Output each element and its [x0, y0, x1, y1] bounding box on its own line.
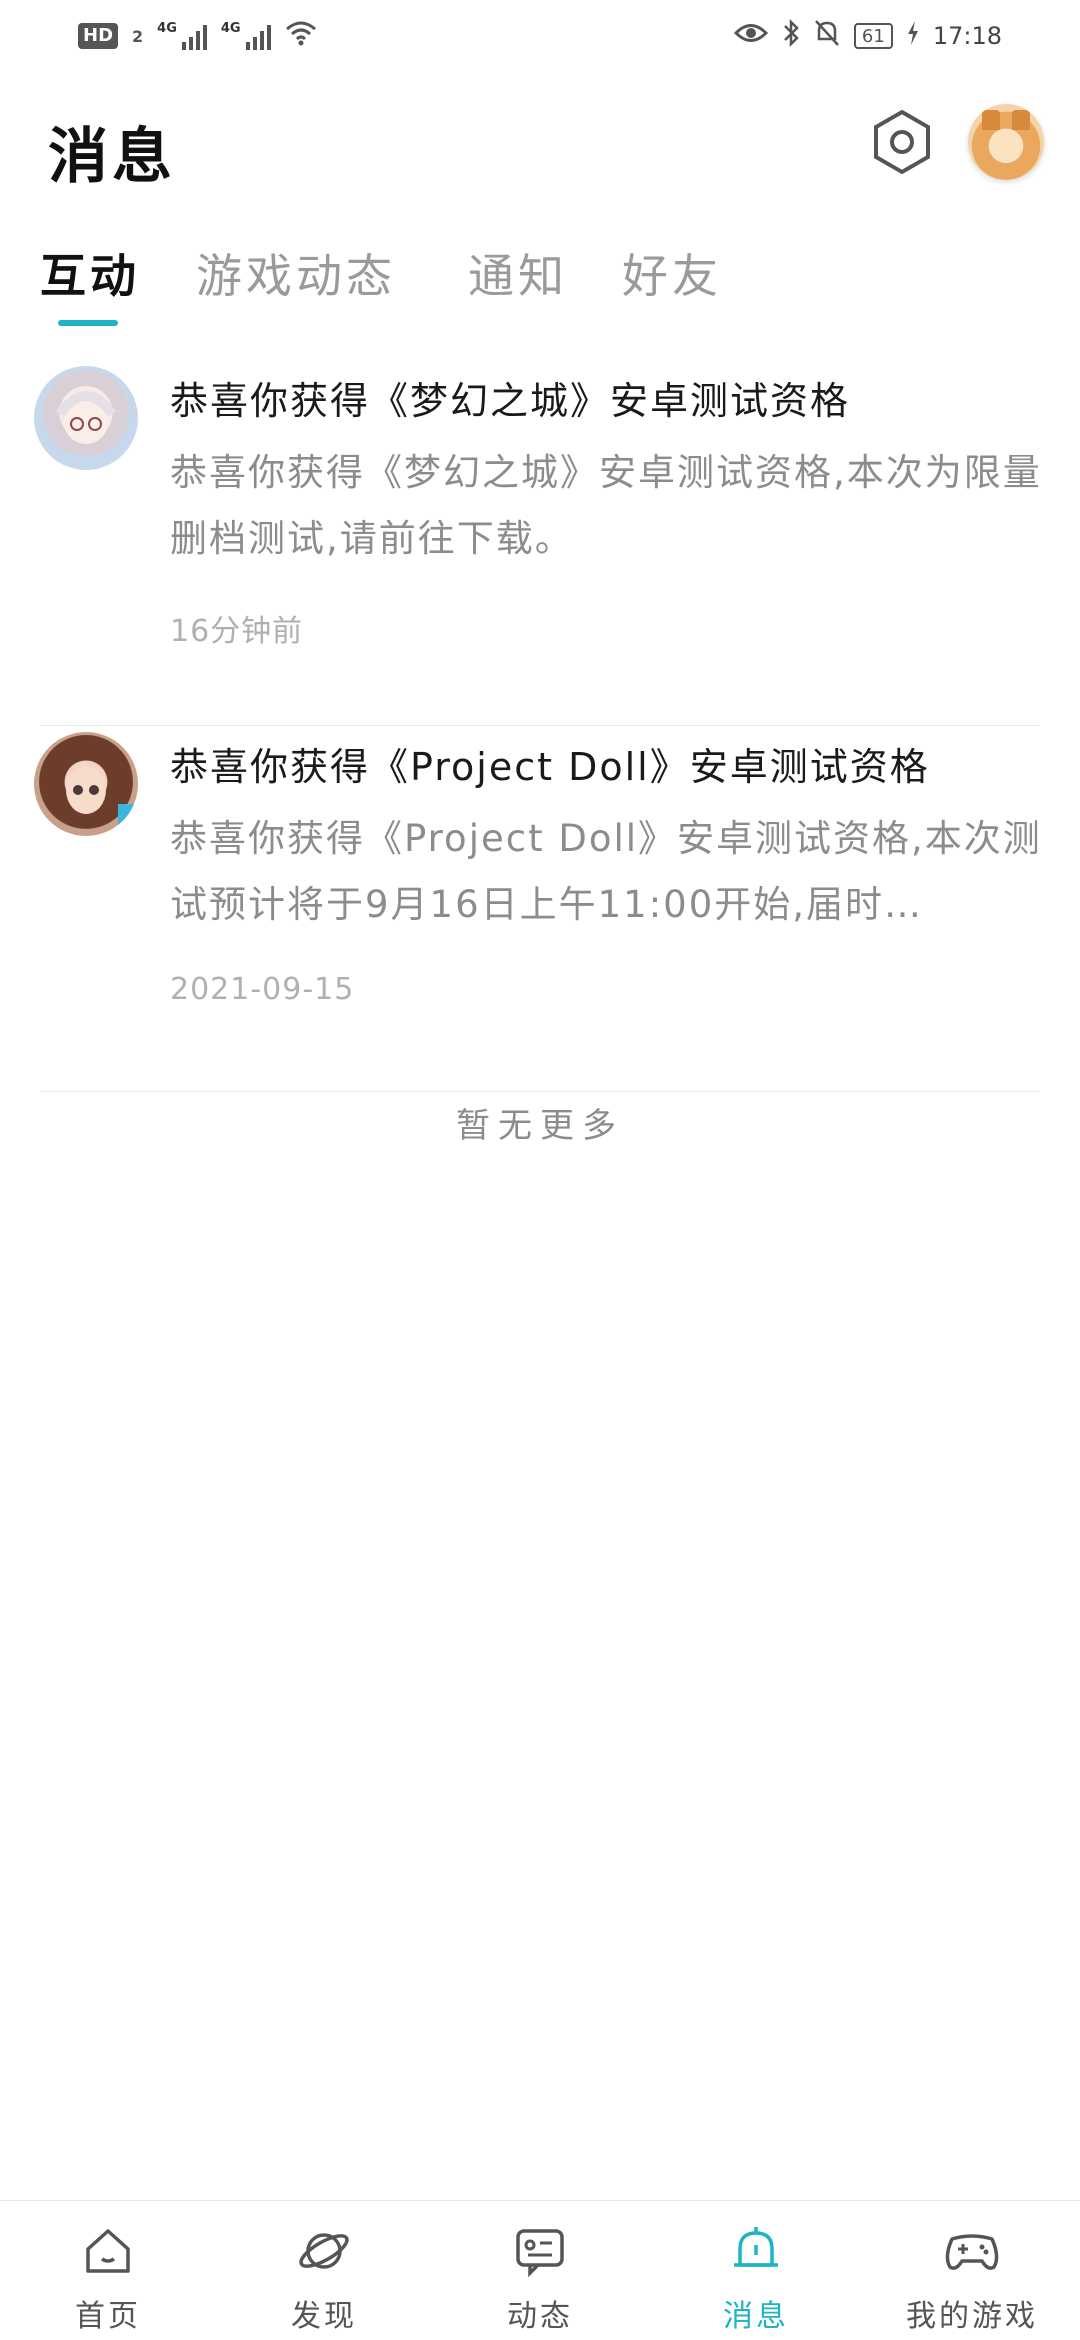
message-body: 恭喜你获得《Project Doll》安卓测试资格,本次测试预计将于9月16日上…	[170, 817, 1042, 926]
list-end-text: 暂无更多	[456, 1106, 624, 1146]
user-avatar[interactable]	[968, 104, 1044, 180]
battery-level: 61	[861, 25, 885, 47]
status-bar: HD 2 4G 4G 61 17:18	[0, 0, 1080, 72]
settings-hexagon-icon	[874, 109, 930, 175]
hd-badge: HD	[78, 23, 119, 49]
bottom-nav: 首页 发现 动态 消息 我的游戏	[0, 2200, 1080, 2340]
message-list: 恭喜你获得《梦幻之城》安卓测试资格 恭喜你获得《梦幻之城》安卓测试资格,本次为限…	[0, 360, 1080, 1092]
network-type-1: 4G	[157, 21, 177, 36]
tab-notice[interactable]: 通知	[468, 240, 568, 306]
signal-icon-2: 4G	[221, 22, 271, 50]
network-type-2: 4G	[220, 21, 241, 36]
wifi-icon	[285, 20, 317, 52]
nav-discover[interactable]: 发现	[216, 2201, 432, 2340]
sim-number: 2	[132, 26, 144, 46]
message-tabs: 互动 游戏动态 通知 好友	[0, 240, 1080, 330]
feed-icon	[510, 2221, 570, 2281]
avatar-portrait-icon	[66, 766, 138, 826]
message-time: 16分钟前	[170, 614, 304, 649]
message-item[interactable]: 恭喜你获得《梦幻之城》安卓测试资格 恭喜你获得《梦幻之城》安卓测试资格,本次为限…	[34, 360, 1040, 726]
battery-icon: 61	[853, 23, 893, 49]
status-right: 61 17:18	[733, 18, 1002, 53]
eye-icon	[733, 22, 769, 50]
nav-label: 首页	[75, 2299, 141, 2334]
mute-bell-icon	[814, 19, 840, 53]
avatar-portrait-icon	[55, 391, 117, 444]
status-left: HD 2 4G 4G	[78, 20, 317, 52]
message-title: 恭喜你获得《Project Doll》安卓测试资格	[170, 745, 930, 789]
tab-indicator	[58, 320, 118, 326]
header: 消息	[0, 100, 1080, 200]
nav-label: 动态	[507, 2299, 573, 2334]
nav-label: 我的游戏	[906, 2299, 1038, 2334]
nav-my-games[interactable]: 我的游戏	[864, 2201, 1080, 2340]
bluetooth-icon	[782, 18, 800, 53]
sender-avatar[interactable]	[34, 732, 138, 836]
settings-button[interactable]	[868, 104, 936, 180]
page-title: 消息	[48, 122, 176, 192]
nav-label: 消息	[723, 2299, 789, 2334]
message-title: 恭喜你获得《梦幻之城》安卓测试资格	[170, 379, 851, 423]
nav-home[interactable]: 首页	[0, 2201, 216, 2340]
nav-feed[interactable]: 动态	[432, 2201, 648, 2340]
charging-icon	[907, 21, 919, 51]
avatar-ear-left	[982, 110, 1000, 130]
tab-friends[interactable]: 好友	[622, 240, 722, 306]
nav-messages[interactable]: 消息	[648, 2201, 864, 2340]
tab-game-news[interactable]: 游戏动态	[196, 240, 396, 306]
message-item[interactable]: 恭喜你获得《Project Doll》安卓测试资格 恭喜你获得《Project …	[34, 726, 1040, 1092]
message-time: 2021-09-15	[170, 972, 355, 1007]
tab-interaction[interactable]: 互动	[40, 240, 140, 306]
bell-icon	[726, 2221, 786, 2281]
planet-icon	[294, 2221, 354, 2281]
sender-avatar[interactable]	[34, 366, 138, 470]
avatar-ear-right	[1012, 110, 1030, 130]
nav-label: 发现	[291, 2299, 357, 2334]
status-time: 17:18	[932, 22, 1002, 50]
signal-icon: 4G	[157, 22, 207, 50]
home-icon	[78, 2221, 138, 2281]
message-body: 恭喜你获得《梦幻之城》安卓测试资格,本次为限量删档测试,请前往下载。	[170, 451, 1042, 560]
gamepad-icon	[942, 2221, 1002, 2281]
